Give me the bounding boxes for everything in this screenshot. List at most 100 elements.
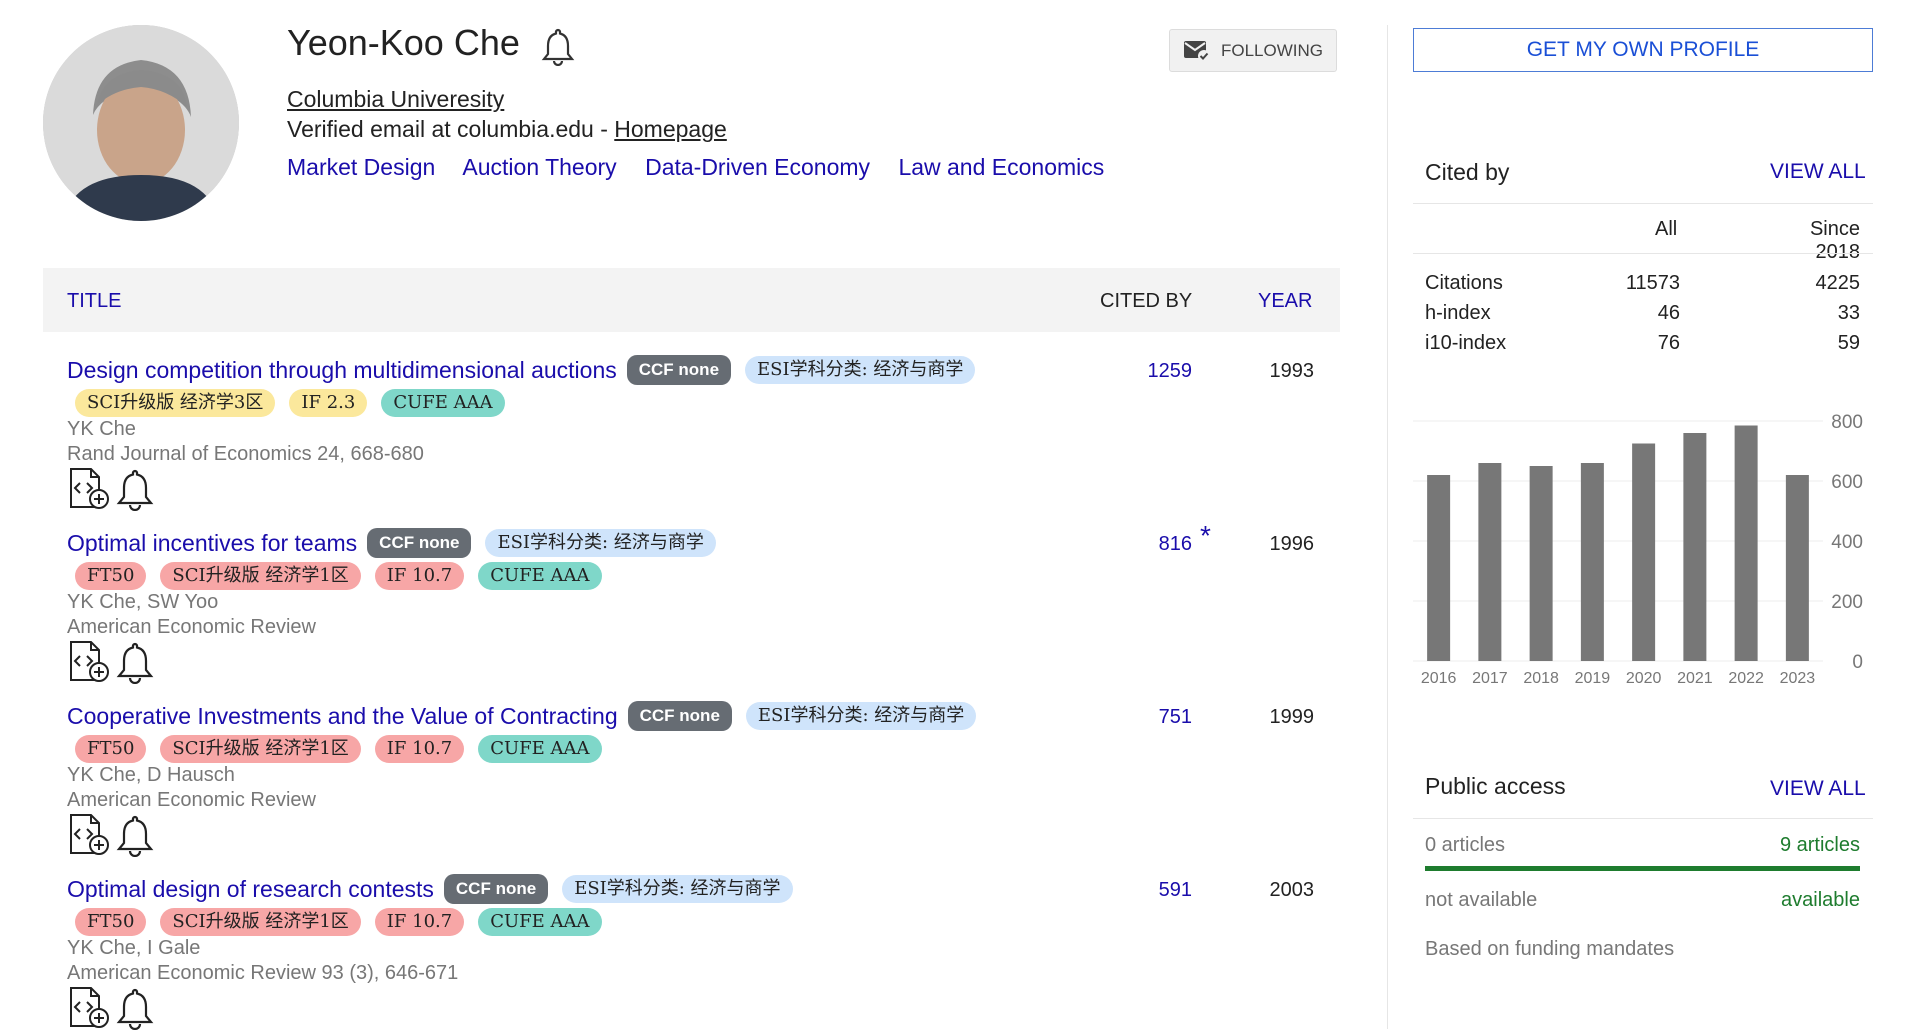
- pa-available-label: available: [1781, 889, 1860, 911]
- cited-by-count-link[interactable]: 816: [1112, 533, 1192, 556]
- cited-by-view-all-link[interactable]: VIEW ALL: [1770, 160, 1866, 184]
- divider: [1413, 253, 1873, 254]
- merged-citations-star[interactable]: *: [1200, 520, 1211, 552]
- profile-name: Yeon-Koo Che: [287, 22, 520, 63]
- article-authors: YK Che: [67, 418, 136, 440]
- journal-badge: FT50: [75, 562, 147, 590]
- article-title-line: Design competition through multidimensio…: [67, 355, 989, 385]
- alert-bell-icon[interactable]: [115, 640, 155, 684]
- divider: [1413, 203, 1873, 204]
- badge-line: SCI升级版 经济学3区 IF 2.3 CUFE AAA: [67, 389, 519, 417]
- public-access-heading: Public access: [1425, 773, 1566, 799]
- journal-badge: CCF none: [627, 701, 732, 731]
- citation-bar[interactable]: [1427, 475, 1451, 661]
- journal-badge: CCF none: [626, 355, 732, 385]
- article-actions: [67, 986, 155, 1030]
- citation-bar[interactable]: [1580, 463, 1604, 661]
- badge-line: FT50 SCI升级版 经济学1区 IF 10.7 CUFE AAA: [67, 562, 616, 590]
- homepage-link[interactable]: Homepage: [614, 116, 727, 142]
- article-title-link[interactable]: Design competition through multidimensio…: [67, 357, 617, 384]
- interest-link[interactable]: Market Design: [287, 154, 435, 180]
- add-code-file-icon[interactable]: [67, 467, 111, 511]
- journal-badge: ESI学科分类: 经济与商学: [745, 356, 976, 384]
- article-title-link[interactable]: Optimal design of research contests: [67, 876, 434, 903]
- sort-by-title[interactable]: TITLE: [67, 290, 121, 313]
- x-tick-label: 2021: [1677, 670, 1713, 687]
- y-tick-label: 400: [1831, 532, 1863, 553]
- cited-by-count-link[interactable]: 751: [1112, 706, 1192, 729]
- stat-since-value: 4225: [1815, 272, 1861, 294]
- get-my-own-profile-button[interactable]: GET MY OWN PROFILE: [1413, 28, 1873, 72]
- pa-not-available-label: not available: [1425, 889, 1538, 911]
- alert-bell-icon[interactable]: [115, 813, 155, 857]
- profile-photo: [43, 25, 239, 221]
- cited-by-column-header: CITED BY: [1100, 290, 1193, 312]
- badge-line: FT50 SCI升级版 经济学1区 IF 10.7 CUFE AAA: [67, 735, 616, 763]
- cited-by-count-link[interactable]: 1259: [1112, 360, 1193, 383]
- public-access-bar-fill: [1425, 866, 1860, 871]
- article-title-link[interactable]: Optimal incentives for teams: [67, 530, 357, 557]
- y-tick-label: 800: [1831, 412, 1863, 433]
- citation-bar[interactable]: [1529, 466, 1553, 661]
- public-access-view-all-link[interactable]: VIEW ALL: [1770, 777, 1866, 801]
- stat-all-value: 46: [1657, 302, 1680, 324]
- x-tick-label: 2017: [1472, 670, 1508, 687]
- add-code-file-icon[interactable]: [67, 813, 111, 857]
- sort-by-year[interactable]: YEAR: [1258, 290, 1312, 313]
- journal-badge: SCI升级版 经济学1区: [160, 908, 361, 936]
- pa-not-available-count: 0 articles: [1425, 834, 1506, 856]
- article-venue: American Economic Review: [67, 789, 316, 811]
- journal-badge: SCI升级版 经济学1区: [160, 562, 361, 590]
- badge-line: FT50 SCI升级版 经济学1区 IF 10.7 CUFE AAA: [67, 908, 616, 936]
- alert-bell-icon[interactable]: [115, 467, 155, 511]
- journal-badge: IF 10.7: [374, 908, 465, 936]
- x-tick-label: 2016: [1421, 670, 1457, 687]
- article-authors: YK Che, I Gale: [67, 937, 201, 959]
- article-title-line: Optimal design of research contests CCF n…: [67, 874, 807, 904]
- journal-badge: SCI升级版 经济学1区: [160, 735, 361, 763]
- stat-since-value: 33: [1837, 302, 1860, 324]
- y-tick-label: 600: [1831, 472, 1863, 493]
- follow-bell-icon[interactable]: [540, 26, 576, 71]
- article-venue: American Economic Review 93 (3), 646-671: [67, 962, 459, 984]
- cited-by-heading: Cited by: [1425, 159, 1510, 185]
- col-since-header: Since 2018: [1809, 218, 1860, 263]
- journal-badge: IF 2.3: [289, 389, 368, 417]
- stat-all-value: 11573: [1625, 272, 1680, 294]
- alert-bell-icon[interactable]: [115, 986, 155, 1030]
- x-tick-label: 2020: [1626, 670, 1662, 687]
- journal-badge: CUFE AAA: [381, 389, 505, 417]
- divider: [1413, 818, 1873, 819]
- x-tick-label: 2019: [1575, 670, 1611, 687]
- interest-link[interactable]: Auction Theory: [462, 154, 616, 180]
- add-code-file-icon[interactable]: [67, 640, 111, 684]
- stat-since-value: 59: [1837, 332, 1860, 354]
- add-code-file-icon[interactable]: [67, 986, 111, 1030]
- article-title-link[interactable]: Cooperative Investments and the Value of…: [67, 703, 618, 730]
- interest-link[interactable]: Law and Economics: [898, 154, 1104, 180]
- public-access-bar-track: [1425, 866, 1860, 871]
- article-year: 2003: [1269, 879, 1315, 901]
- journal-badge: CUFE AAA: [478, 735, 602, 763]
- following-label: FOLLOWING: [1220, 40, 1323, 60]
- y-tick-label: 200: [1831, 592, 1863, 613]
- affiliation-link[interactable]: Columbia Univeresity: [287, 86, 504, 113]
- journal-badge: FT50: [75, 735, 147, 763]
- citation-bar[interactable]: [1478, 463, 1502, 661]
- cited-by-count-link[interactable]: 591: [1112, 879, 1192, 902]
- citation-bar[interactable]: [1785, 475, 1809, 661]
- article-venue: American Economic Review: [67, 616, 316, 638]
- interest-link[interactable]: Data-Driven Economy: [645, 154, 870, 180]
- following-button[interactable]: FOLLOWING: [1169, 29, 1337, 72]
- stat-label: i10-index: [1425, 332, 1507, 354]
- article-year: 1993: [1269, 360, 1315, 382]
- citation-bar[interactable]: [1632, 443, 1656, 662]
- article-authors: YK Che, D Hausch: [67, 764, 235, 786]
- journal-badge: ESI学科分类: 经济与商学: [485, 529, 716, 557]
- citation-bar[interactable]: [1734, 425, 1758, 662]
- pa-available-count: 9 articles: [1779, 834, 1860, 856]
- citation-bar[interactable]: [1683, 433, 1707, 661]
- x-tick-label: 2023: [1780, 670, 1816, 687]
- article-year: 1999: [1269, 706, 1315, 728]
- journal-badge: CCF none: [443, 874, 549, 904]
